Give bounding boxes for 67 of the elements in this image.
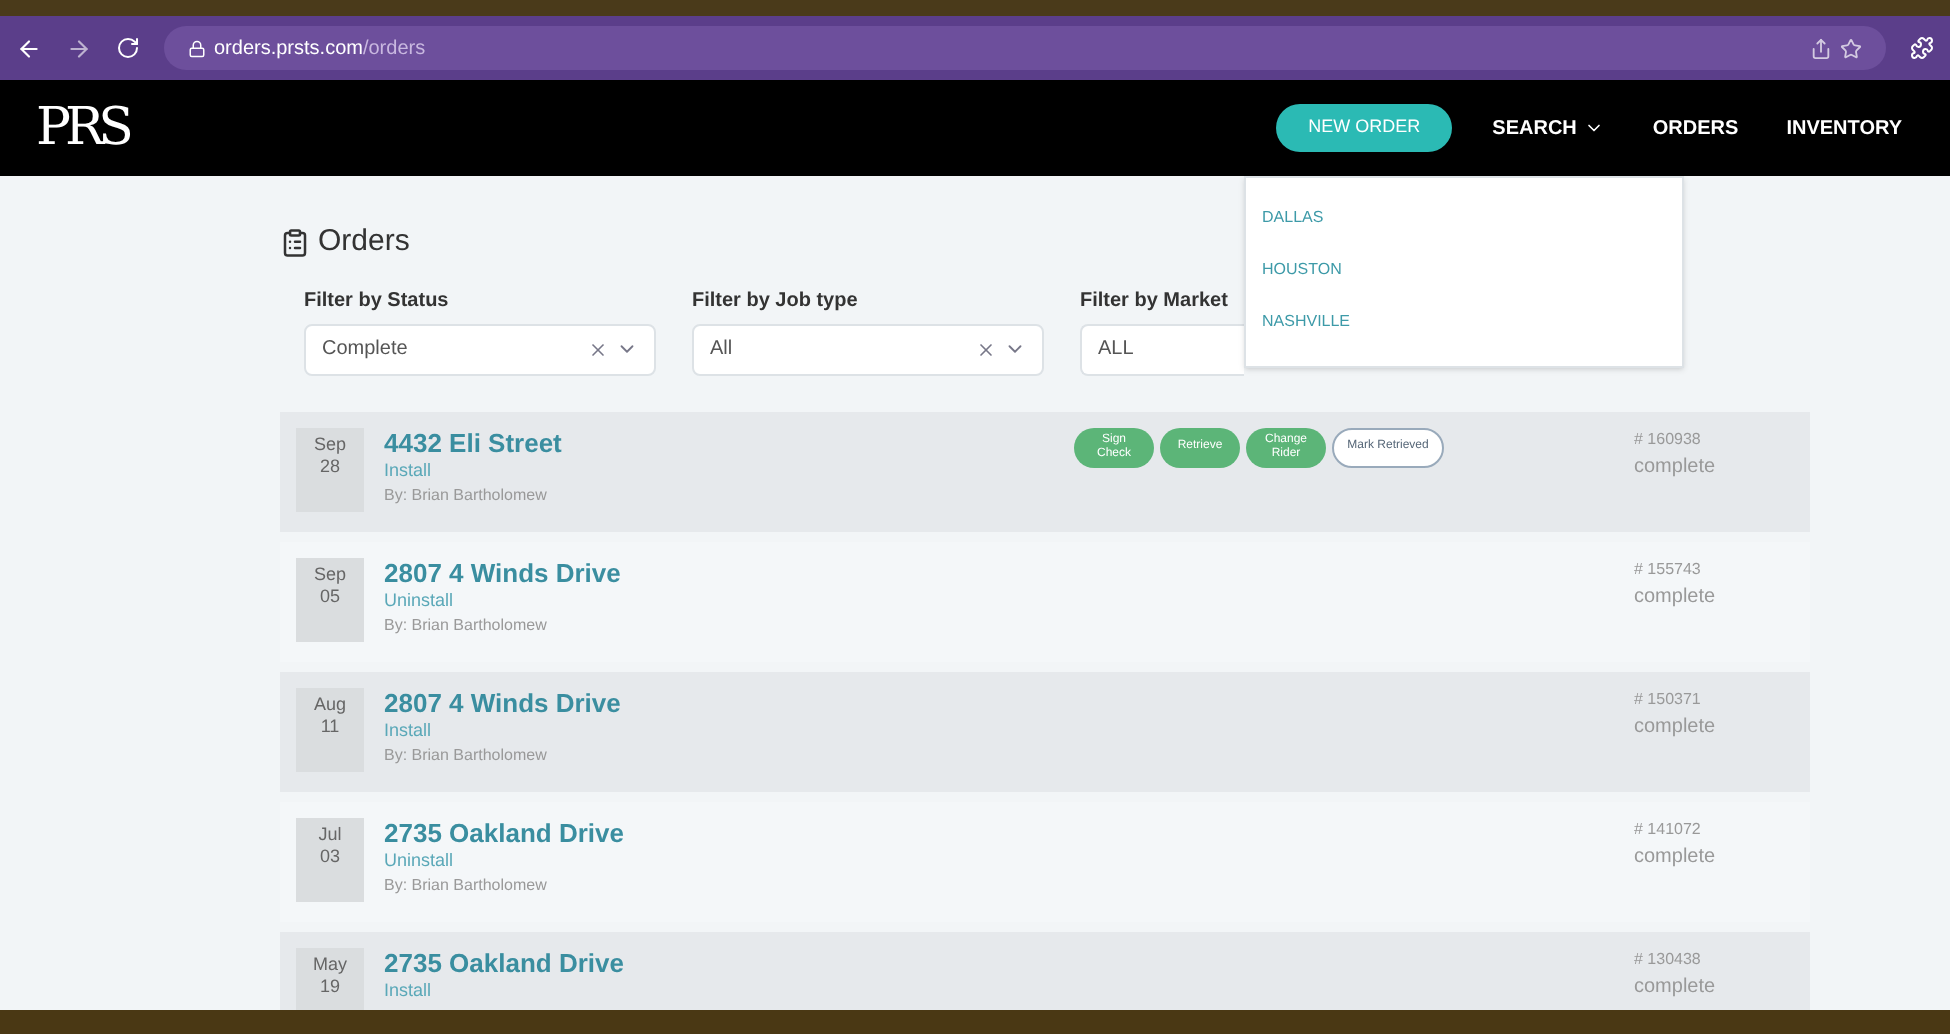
order-row[interactable]: May 19 2735 Oakland Drive Install # 130438 complete bbox=[280, 931, 1810, 1010]
filter-select[interactable]: All bbox=[692, 323, 1044, 375]
order-address[interactable]: 2807 4 Winds Drive bbox=[384, 687, 784, 717]
filter-select[interactable]: Complete bbox=[304, 323, 656, 375]
url-path: /orders bbox=[362, 35, 426, 63]
nav-link[interactable]: INVENTORY bbox=[1786, 113, 1902, 143]
job-type: Install bbox=[384, 977, 434, 1003]
filter-label: Filter by Job type bbox=[692, 287, 860, 315]
date-month: Sep bbox=[313, 563, 346, 585]
lock-icon bbox=[188, 39, 206, 57]
order-number: # 160938 bbox=[1634, 427, 1703, 451]
reload-icon[interactable] bbox=[116, 36, 140, 60]
star-icon[interactable] bbox=[1840, 37, 1862, 59]
address-bar[interactable]: orders.prsts.com/orders bbox=[164, 26, 1886, 70]
order-address[interactable]: 2735 Oakland Drive bbox=[384, 947, 784, 977]
filter-label: Filter by Status bbox=[304, 287, 451, 315]
order-address[interactable]: 2807 4 Winds Drive bbox=[384, 557, 784, 587]
date-day: 03 bbox=[319, 845, 340, 867]
order-number: # 155743 bbox=[1634, 557, 1703, 581]
market-option[interactable]: DALLAS bbox=[1262, 206, 1666, 230]
filter-select[interactable]: ALL bbox=[1080, 323, 1244, 375]
order-author: By: Brian Bartholomew bbox=[384, 874, 549, 898]
filter-label: Filter by Market bbox=[1080, 287, 1230, 315]
new-order-button[interactable]: NEW ORDER bbox=[1276, 104, 1453, 152]
date-day: 11 bbox=[320, 715, 340, 737]
date-month: Aug bbox=[313, 693, 346, 715]
order-status: complete bbox=[1634, 973, 1716, 1001]
nav-link[interactable]: SEARCH bbox=[1492, 113, 1605, 143]
order-status: complete bbox=[1634, 713, 1716, 741]
extension-icon[interactable] bbox=[1910, 36, 1934, 60]
order-address[interactable]: 4432 Eli Street bbox=[384, 427, 784, 457]
order-number: # 130438 bbox=[1634, 947, 1703, 971]
date-month: Sep bbox=[313, 433, 346, 455]
url-host: orders.prsts.com bbox=[214, 35, 363, 63]
market-option[interactable]: NASHVILLE bbox=[1262, 310, 1666, 334]
back-icon[interactable] bbox=[16, 35, 42, 61]
order-number: # 141072 bbox=[1634, 817, 1703, 841]
date-day: 19 bbox=[319, 975, 340, 997]
order-row[interactable]: Aug 11 2807 4 Winds Drive Install By: Brian Bartholomew # 150371 complete bbox=[280, 671, 1810, 791]
market-option[interactable]: HOUSTON bbox=[1262, 258, 1666, 282]
job-type: Install bbox=[384, 457, 434, 483]
order-address[interactable]: 2735 Oakland Drive bbox=[384, 817, 784, 847]
clear-icon[interactable] bbox=[588, 339, 608, 359]
order-status: complete bbox=[1634, 583, 1716, 611]
select-value: Complete bbox=[322, 336, 410, 364]
logo[interactable]: PRS bbox=[36, 89, 128, 167]
order-status: complete bbox=[1634, 453, 1716, 481]
clear-icon[interactable] bbox=[976, 339, 996, 359]
order-status: complete bbox=[1634, 843, 1716, 871]
clipboard-icon bbox=[280, 227, 310, 258]
order-author: By: Brian Bartholomew bbox=[384, 744, 549, 768]
job-type: Install bbox=[384, 717, 434, 743]
share-icon[interactable] bbox=[1810, 37, 1832, 59]
date-day: 28 bbox=[319, 455, 340, 477]
order-author: By: Brian Bartholomew bbox=[384, 614, 549, 638]
job-type: Uninstall bbox=[384, 847, 456, 873]
date-month: May bbox=[312, 953, 347, 975]
date-month: Jul bbox=[318, 823, 342, 845]
nav-link[interactable]: ORDERS bbox=[1652, 113, 1739, 143]
order-author: By: Brian Bartholomew bbox=[384, 484, 549, 508]
job-type: Uninstall bbox=[384, 587, 456, 613]
date-day: 05 bbox=[319, 585, 340, 607]
select-value: ALL bbox=[1098, 336, 1136, 364]
select-value: All bbox=[710, 336, 735, 364]
forward-icon[interactable] bbox=[66, 35, 92, 61]
page-title: Orders bbox=[318, 222, 410, 262]
order-number: # 150371 bbox=[1634, 687, 1703, 711]
